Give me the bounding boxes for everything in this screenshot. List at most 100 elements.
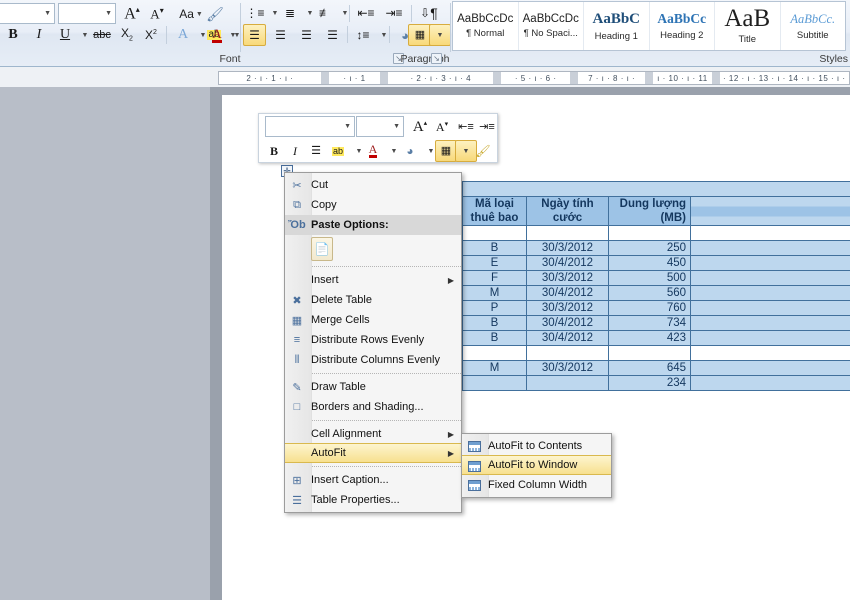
- table-cell-mb[interactable]: 234: [608, 375, 691, 391]
- menu-item-cut[interactable]: ✂ Cut: [285, 175, 461, 195]
- shrink-font-button[interactable]: A▾: [145, 3, 169, 25]
- table-row[interactable]: [462, 225, 850, 241]
- mini-font-color-button[interactable]: A: [362, 140, 384, 162]
- table-cell-fee[interactable]: [690, 330, 850, 346]
- table-cell-mb[interactable]: 423: [608, 330, 691, 346]
- font-name-combo[interactable]: ▼: [0, 3, 55, 24]
- adsl-subscription-table[interactable]: BÀI TOÁN QUẢN LÝ THUÊ BAO ADSLMã loại th…: [462, 181, 850, 391]
- mini-shading-button[interactable]: ◕: [399, 140, 421, 162]
- style-item-no-spacing[interactable]: AaBbCcDc ¶ No Spaci...: [519, 2, 584, 50]
- table-cell-date[interactable]: 30/3/2012: [526, 240, 609, 256]
- table-row[interactable]: [462, 345, 850, 361]
- underline-button[interactable]: U: [54, 24, 76, 46]
- table-header-cell[interactable]: Dung lượng (MB): [608, 196, 691, 226]
- table-cell-date[interactable]: [526, 345, 609, 361]
- table-row[interactable]: M 30/4/2012 560: [462, 285, 850, 301]
- mini-decrease-indent-button[interactable]: ⇤≡: [455, 116, 477, 138]
- table-context-menu[interactable]: ✂ Cut ⧉ Copy Ὄb Paste Options: 📄 Insert ▶ ✖ Delete…: [284, 172, 462, 513]
- mini-font-size-combo[interactable]: ▼: [356, 116, 404, 137]
- table-header-cell[interactable]: Ngày tính cước: [526, 196, 609, 226]
- paragraph-dialog-launcher[interactable]: ↘: [431, 53, 442, 64]
- table-cell-date[interactable]: 30/4/2012: [526, 330, 609, 346]
- menu-item-autofit[interactable]: AutoFit ▶: [285, 443, 461, 463]
- table-row[interactable]: 234: [462, 375, 850, 391]
- table-cell-mb[interactable]: 560: [608, 285, 691, 301]
- mini-font-name-combo[interactable]: ▼: [265, 116, 355, 137]
- table-cell-code[interactable]: [462, 345, 527, 361]
- table-cell-fee[interactable]: [690, 345, 850, 361]
- mini-increase-indent-button[interactable]: ⇥≡: [476, 116, 498, 138]
- show-formatting-marks-button[interactable]: ¶: [422, 2, 446, 24]
- submenu-item-autofit-contents[interactable]: AutoFit to Contents: [462, 436, 611, 456]
- table-cell-code[interactable]: E: [462, 255, 527, 271]
- line-spacing-dropdown[interactable]: ▼: [373, 24, 395, 46]
- italic-button[interactable]: I: [28, 24, 50, 46]
- menu-item-delete-table[interactable]: ✖ Delete Table: [285, 290, 461, 310]
- table-cell-code[interactable]: F: [462, 270, 527, 286]
- table-cell-fee[interactable]: [690, 255, 850, 271]
- mini-italic-button[interactable]: I: [284, 140, 306, 162]
- table-row[interactable]: E 30/4/2012 450: [462, 255, 850, 271]
- autofit-submenu[interactable]: AutoFit to Contents AutoFit to Window Fixe…: [461, 433, 612, 498]
- table-cell-mb[interactable]: 450: [608, 255, 691, 271]
- menu-item-insert[interactable]: Insert ▶: [285, 270, 461, 290]
- table-cell-code[interactable]: B: [462, 330, 527, 346]
- table-cell-fee[interactable]: [690, 225, 850, 241]
- font-color-button[interactable]: A: [206, 24, 228, 46]
- table-cell-date[interactable]: 30/4/2012: [526, 255, 609, 271]
- align-center-button[interactable]: ☰: [269, 24, 292, 46]
- table-cell-fee[interactable]: [690, 300, 850, 316]
- table-cell-fee[interactable]: [690, 270, 850, 286]
- table-cell-mb[interactable]: 760: [608, 300, 691, 316]
- align-left-button[interactable]: ☰: [243, 24, 266, 46]
- menu-item-copy[interactable]: ⧉ Copy: [285, 195, 461, 215]
- mini-shrink-font-button[interactable]: A▾: [431, 116, 453, 138]
- menu-item-draw-table[interactable]: ✎ Draw Table: [285, 377, 461, 397]
- table-cell-date[interactable]: [526, 375, 609, 391]
- subscript-button[interactable]: X2: [116, 24, 138, 46]
- horizontal-ruler[interactable]: 2 · ı · 1 · ı · · ı · 1 · 2 · ı · 3 · ı · …: [218, 71, 850, 85]
- table-cell-date[interactable]: 30/4/2012: [526, 315, 609, 331]
- table-cell-mb[interactable]: [608, 225, 691, 241]
- table-cell-code[interactable]: B: [462, 240, 527, 256]
- submenu-item-fixed-column-width[interactable]: Fixed Column Width: [462, 475, 611, 495]
- table-cell-code[interactable]: P: [462, 300, 527, 316]
- table-cell-date[interactable]: 30/3/2012: [526, 360, 609, 376]
- mini-borders-button[interactable]: ▦: [435, 140, 457, 162]
- table-cell-mb[interactable]: 250: [608, 240, 691, 256]
- menu-item-paste-options[interactable]: Ὄb Paste Options:: [285, 215, 461, 235]
- bold-button[interactable]: B: [2, 24, 24, 46]
- table-cell-code[interactable]: M: [462, 285, 527, 301]
- style-item-normal[interactable]: AaBbCcDc ¶ Normal: [453, 2, 519, 50]
- table-cell-mb[interactable]: 500: [608, 270, 691, 286]
- submenu-item-autofit-window[interactable]: AutoFit to Window: [462, 455, 611, 475]
- table-header-cell[interactable]: Mã loại thuê bao: [462, 196, 527, 226]
- strikethrough-button[interactable]: abc: [90, 24, 114, 46]
- mini-highlight-button[interactable]: ab: [327, 140, 349, 162]
- menu-item-distribute-cols[interactable]: ⦀ Distribute Columns Evenly: [285, 350, 461, 370]
- table-row[interactable]: M 30/3/2012 645: [462, 360, 850, 376]
- menu-item-distribute-rows[interactable]: ≡ Distribute Rows Evenly: [285, 330, 461, 350]
- paste-keep-source-icon[interactable]: 📄: [311, 237, 333, 261]
- mini-format-painter-button[interactable]: 🖌: [472, 140, 494, 162]
- mini-align-center-button[interactable]: ☰: [305, 140, 327, 162]
- font-size-combo[interactable]: ▼: [58, 3, 116, 24]
- table-cell-code[interactable]: B: [462, 315, 527, 331]
- table-row[interactable]: B 30/4/2012 423: [462, 330, 850, 346]
- increase-indent-button[interactable]: ⇥≡: [381, 2, 407, 24]
- table-cell-mb[interactable]: [608, 345, 691, 361]
- grow-font-button[interactable]: A▴: [120, 3, 144, 25]
- table-row[interactable]: F 30/3/2012 500: [462, 270, 850, 286]
- borders-dropdown[interactable]: ▼: [429, 24, 451, 46]
- table-row[interactable]: P 30/3/2012 760: [462, 300, 850, 316]
- table-cell-date[interactable]: [526, 225, 609, 241]
- table-header-cell[interactable]: Cước phí: [690, 196, 850, 226]
- table-cell-code[interactable]: [462, 225, 527, 241]
- menu-item-table-properties[interactable]: ☰ Table Properties...: [285, 490, 461, 510]
- align-right-button[interactable]: ☰: [295, 24, 318, 46]
- style-item-heading-1[interactable]: AaBbC Heading 1: [584, 2, 650, 50]
- table-cell-date[interactable]: 30/4/2012: [526, 285, 609, 301]
- superscript-button[interactable]: X2: [140, 24, 162, 46]
- table-cell-mb[interactable]: 645: [608, 360, 691, 376]
- table-cell-fee[interactable]: [690, 240, 850, 256]
